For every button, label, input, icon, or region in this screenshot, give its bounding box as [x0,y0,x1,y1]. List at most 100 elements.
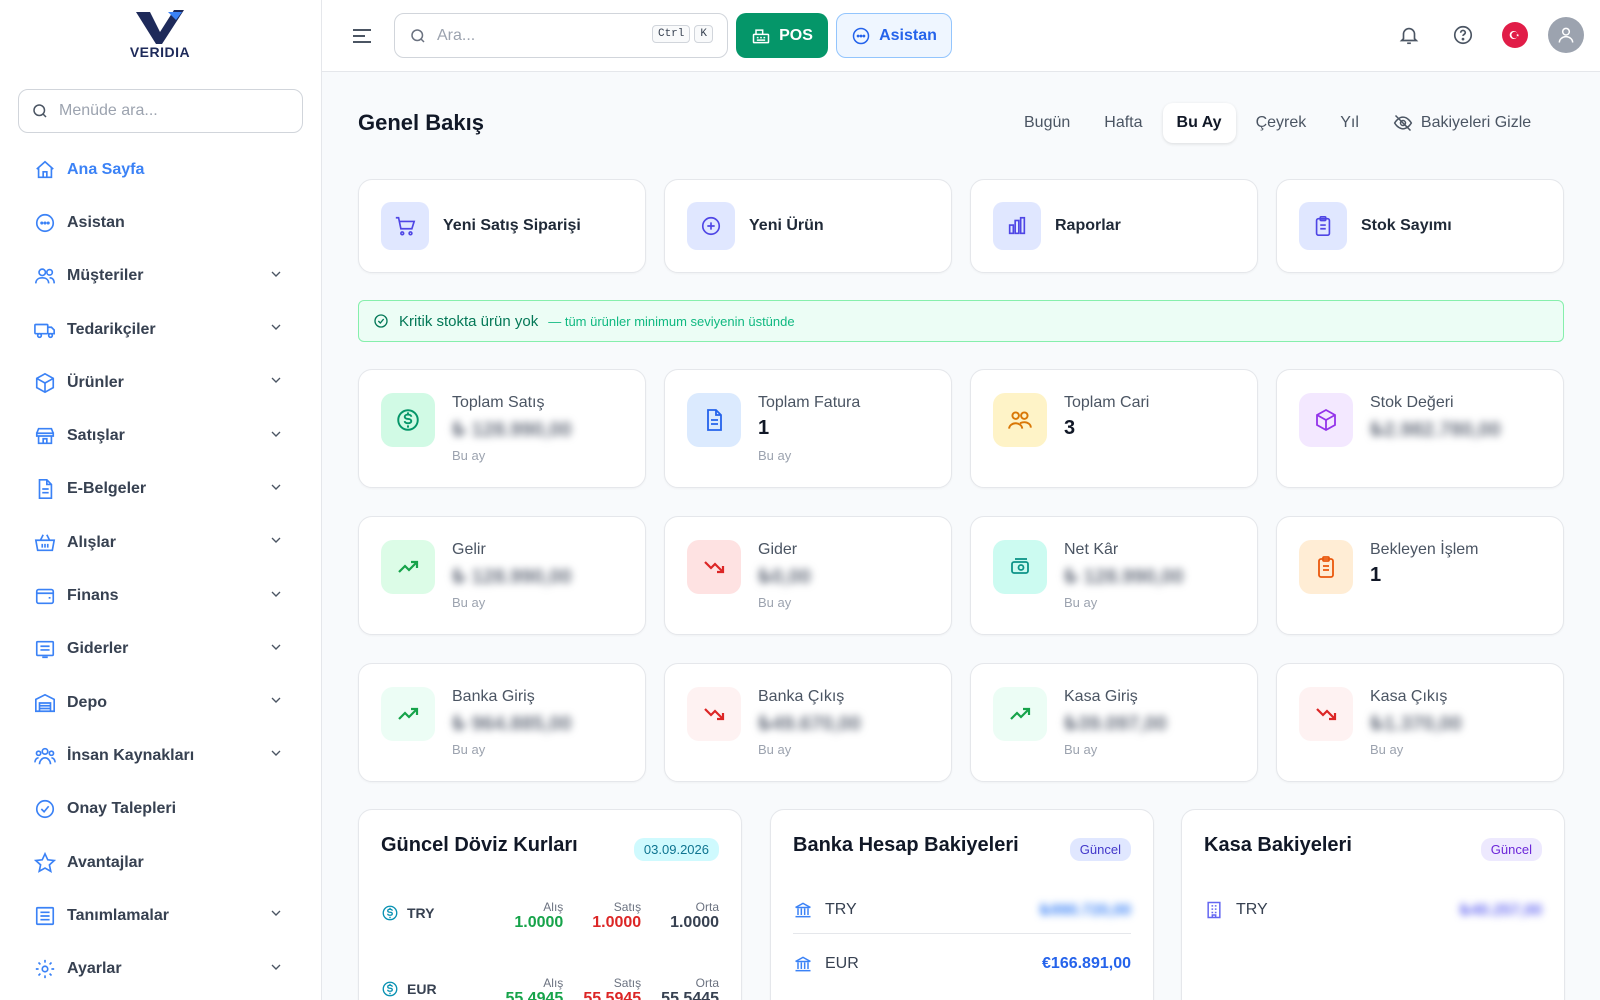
sidebar-item-ana-sayfa[interactable]: Ana Sayfa [0,143,322,196]
chevron-down-icon[interactable] [268,372,284,393]
quick-action-label: Yeni Ürün [749,217,824,234]
fx-sell: Satış 55.5945 [563,976,641,1000]
fx-buy-header: Alış [543,900,564,914]
sidebar-item-e-belgeler[interactable]: E-Belgeler [0,463,322,516]
sidebar-item-insan-kaynaklari[interactable]: İnsan Kaynakları [0,729,322,782]
turkey-flag-icon[interactable] [1502,22,1528,48]
period-yil[interactable]: Yıl [1326,103,1373,143]
cash-currency: TRY [1236,901,1268,918]
sidebar-item-avantajlar[interactable]: Avantajlar [0,836,322,889]
sidebar-item-label: Depo [67,693,107,711]
global-search-input[interactable] [437,26,627,45]
sidebar-item-ayarlar[interactable]: Ayarlar [0,942,322,995]
period-ceyrek[interactable]: Çeyrek [1242,103,1321,143]
sidebar-item-finans[interactable]: Finans [0,569,322,622]
quick-action-reports[interactable]: Raporlar [970,179,1258,273]
quick-action-label: Yeni Satış Siparişi [443,217,581,234]
period-bugun[interactable]: Bugün [1010,103,1084,143]
home-icon [32,157,58,183]
chevron-down-icon[interactable] [268,426,284,447]
sidebar-item-asistan[interactable]: Asistan [0,196,322,249]
chevron-down-icon[interactable] [268,639,284,660]
clipboard-icon [1299,540,1353,594]
sidebar-item-depo[interactable]: Depo [0,676,322,729]
cash-balances-card: Kasa Bakiyeleri Güncel TRY ₺40.257,00 [1181,809,1565,1000]
hide-balances-button[interactable]: Bakiyeleri Gizle [1389,102,1535,144]
menu-search-input[interactable] [59,102,279,120]
chevron-down-icon[interactable] [268,479,284,500]
period-selector: Bugün Hafta Bu Ay Çeyrek Yıl Bakiyeleri … [1010,102,1535,144]
sidebar-item-tedarikciler[interactable]: Tedarikçiler [0,303,322,356]
global-search[interactable]: Ctrl K [394,13,728,58]
stat-total-invoices[interactable]: Toplam Fatura 1 Bu ay [664,369,952,488]
stat-sub: Bu ay [1370,742,1404,757]
period-bu-ay[interactable]: Bu Ay [1162,103,1236,143]
chevron-down-icon[interactable] [268,692,284,713]
stat-stock-value[interactable]: Stok Değeri ₺2.982.780,00 [1276,369,1564,488]
menu-search[interactable] [18,89,303,133]
document-icon [32,476,58,502]
veridia-logo[interactable]: VERIDIA [118,8,202,66]
dollar-circle-icon [382,905,398,921]
sidebar-item-onay-talepleri[interactable]: Onay Talepleri [0,783,322,836]
sidebar-item-giderler[interactable]: Giderler [0,623,322,676]
stat-label: Net Kâr [1064,541,1119,558]
bank-row-eur[interactable]: EUR €166.891,00 [793,940,1131,988]
bank-row-try[interactable]: TRY ₺990.720,00 [793,886,1131,934]
stat-net-profit[interactable]: Net Kâr ₺ 128.990,00 Bu ay [970,516,1258,635]
stat-cash-in[interactable]: Kasa Giriş ₺39.097,00 Bu ay [970,663,1258,782]
chevron-down-icon[interactable] [268,266,284,287]
search-icon [411,28,425,43]
quick-action-new-sales-order[interactable]: Yeni Satış Siparişi [358,179,646,273]
assistant-button-label: Asistan [879,26,937,44]
chevron-down-icon[interactable] [268,532,284,553]
chevron-down-icon[interactable] [268,959,284,980]
sidebar-item-tanimlamalar[interactable]: Tanımlamalar [0,889,322,942]
sidebar-item-alislar[interactable]: Alışlar [0,516,322,569]
bell-icon[interactable] [1396,22,1422,48]
sidebar-nav: Ana Sayfa Asistan Müşteriler Tedarikçile… [0,143,322,996]
stat-cash-out[interactable]: Kasa Çıkış ₺1.370,00 Bu ay [1276,663,1564,782]
stat-pending-operations[interactable]: Bekleyen İşlem 1 [1276,516,1564,635]
chevron-down-icon[interactable] [268,905,284,926]
chevron-down-icon[interactable] [268,745,284,766]
stat-total-sales[interactable]: Toplam Satış ₺ 128.990,00 Bu ay [358,369,646,488]
trending-down-icon [687,540,741,594]
user-icon [1558,27,1574,43]
fx-currency-code: EUR [407,981,437,997]
assistant-button[interactable]: Asistan [836,13,952,58]
avatar[interactable] [1548,17,1584,53]
stat-label: Kasa Çıkış [1370,688,1448,705]
truck-icon [32,317,58,343]
stat-bank-out[interactable]: Banka Çıkış ₺49.670,00 Bu ay [664,663,952,782]
fx-buy: Alış 1.0000 [485,900,563,932]
fx-mid: Orta 55.5445 [641,976,719,1000]
building-icon [1207,901,1221,919]
quick-action-new-product[interactable]: Yeni Ürün [664,179,952,273]
shortcut-hint: Ctrl K [651,25,717,43]
pos-button[interactable]: POS [736,13,828,58]
stat-expense[interactable]: Gider ₺0,00 Bu ay [664,516,952,635]
chevron-down-icon[interactable] [268,586,284,607]
cash-row-try[interactable]: TRY ₺40.257,00 [1204,886,1542,934]
quick-action-stock-count[interactable]: Stok Sayımı [1276,179,1564,273]
cube-icon [1299,393,1353,447]
menu-toggle-icon[interactable] [350,24,374,48]
chevron-down-icon[interactable] [268,319,284,340]
bar-chart-icon [993,202,1041,250]
receipt-icon [32,636,58,662]
sidebar-item-urunler[interactable]: Ürünler [0,356,322,409]
users-icon [993,393,1047,447]
stat-income[interactable]: Gelir ₺ 128.990,00 Bu ay [358,516,646,635]
stat-bank-in[interactable]: Banka Giriş ₺ 964.885,00 Bu ay [358,663,646,782]
period-hafta[interactable]: Hafta [1090,103,1156,143]
trending-up-icon [993,687,1047,741]
sidebar-item-satislar[interactable]: Satışlar [0,409,322,462]
stat-total-accounts[interactable]: Toplam Cari 3 [970,369,1258,488]
sidebar-item-musteriler[interactable]: Müşteriler [0,250,322,303]
bank-icon [795,956,811,972]
fx-mid: Orta 1.0000 [641,900,719,932]
fx-rates-card: Güncel Döviz Kurları 03.09.2026 TRY Alış… [358,809,742,1000]
chat-icon [852,27,870,44]
help-icon[interactable] [1450,22,1476,48]
